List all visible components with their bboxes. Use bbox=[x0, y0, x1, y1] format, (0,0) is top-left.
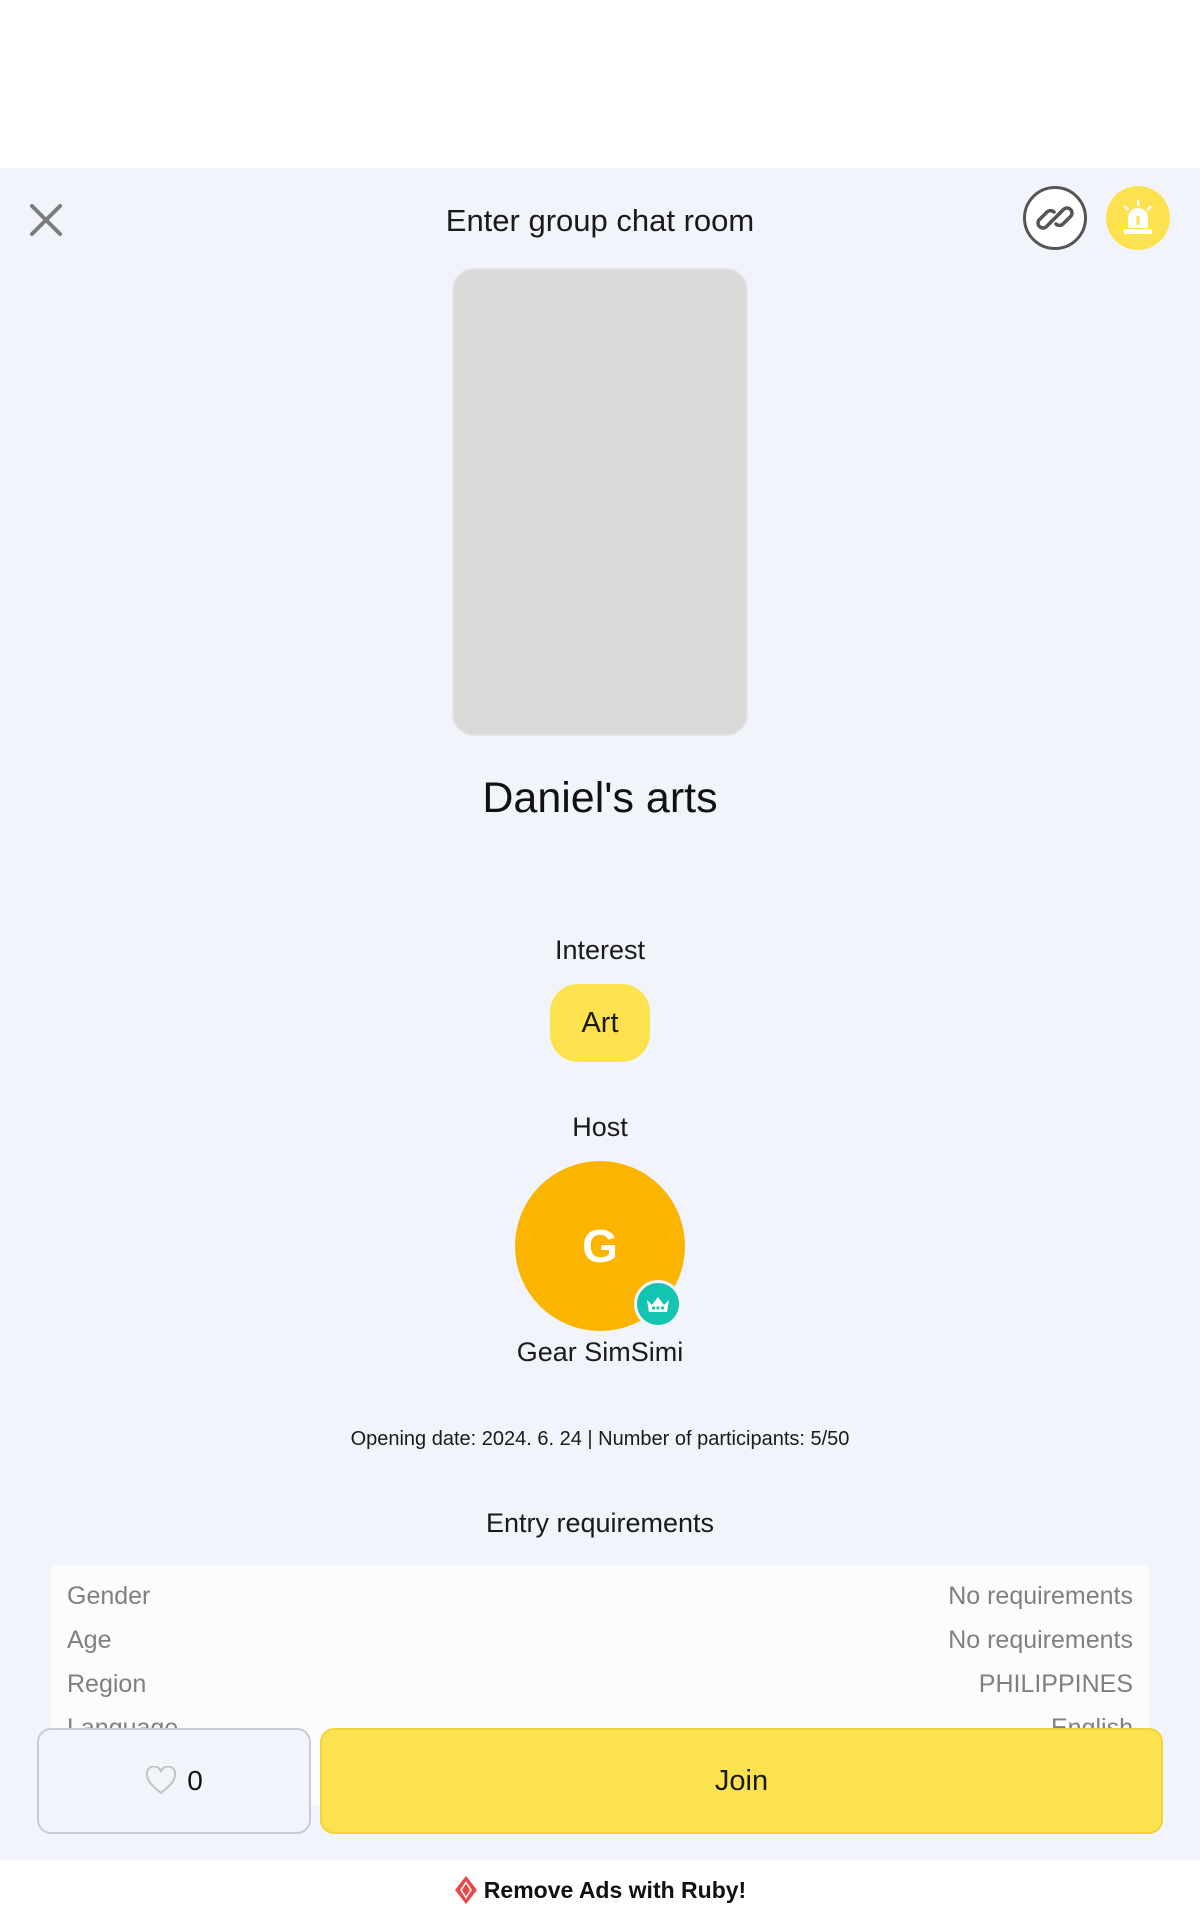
close-icon bbox=[30, 204, 62, 236]
host-avatar-initial: G bbox=[582, 1220, 618, 1272]
entry-requirements-title: Entry requirements bbox=[485, 1508, 715, 1538]
join-button[interactable]: Join bbox=[320, 1728, 1163, 1834]
host-label: Host bbox=[572, 1112, 628, 1142]
crown-icon bbox=[647, 1297, 669, 1312]
room-name: Daniel's arts bbox=[482, 774, 718, 822]
link-icon bbox=[1036, 206, 1074, 230]
interest-chip-art[interactable]: Art bbox=[550, 984, 650, 1062]
host-name: Gear SimSimi bbox=[516, 1337, 684, 1367]
page-title: Enter group chat room bbox=[445, 203, 755, 238]
requirement-label: Region bbox=[67, 1669, 147, 1698]
interest-chip-label: Art bbox=[581, 1006, 619, 1039]
close-button[interactable] bbox=[20, 194, 72, 246]
like-count: 0 bbox=[187, 1765, 203, 1796]
requirement-row-age: Age No requirements bbox=[67, 1618, 1133, 1662]
share-link-button[interactable] bbox=[1023, 186, 1087, 250]
join-button-label: Join bbox=[714, 1764, 769, 1797]
ruby-icon bbox=[454, 1876, 477, 1904]
requirement-label: Gender bbox=[67, 1581, 151, 1610]
interest-label: Interest bbox=[554, 935, 646, 965]
like-button[interactable]: 0 bbox=[37, 1728, 311, 1834]
remove-ads-label: Remove Ads with Ruby! bbox=[483, 1876, 747, 1903]
room-cover-image bbox=[452, 268, 748, 736]
remove-ads-banner[interactable]: Remove Ads with Ruby! bbox=[0, 1860, 1200, 1920]
requirement-value: No requirements bbox=[948, 1625, 1133, 1654]
heart-icon bbox=[146, 1766, 177, 1795]
requirement-label: Age bbox=[67, 1625, 112, 1654]
siren-icon bbox=[1123, 200, 1152, 234]
status-bar-area bbox=[0, 0, 1200, 168]
report-button[interactable] bbox=[1106, 186, 1170, 250]
requirement-value: PHILIPPINES bbox=[978, 1669, 1133, 1698]
host-crown-badge bbox=[634, 1280, 682, 1328]
requirement-row-region: Region PHILIPPINES bbox=[67, 1662, 1133, 1706]
room-info-line: Opening date: 2024. 6. 24 | Number of pa… bbox=[350, 1428, 850, 1450]
requirement-value: No requirements bbox=[948, 1581, 1133, 1610]
requirement-row-gender: Gender No requirements bbox=[67, 1574, 1133, 1618]
